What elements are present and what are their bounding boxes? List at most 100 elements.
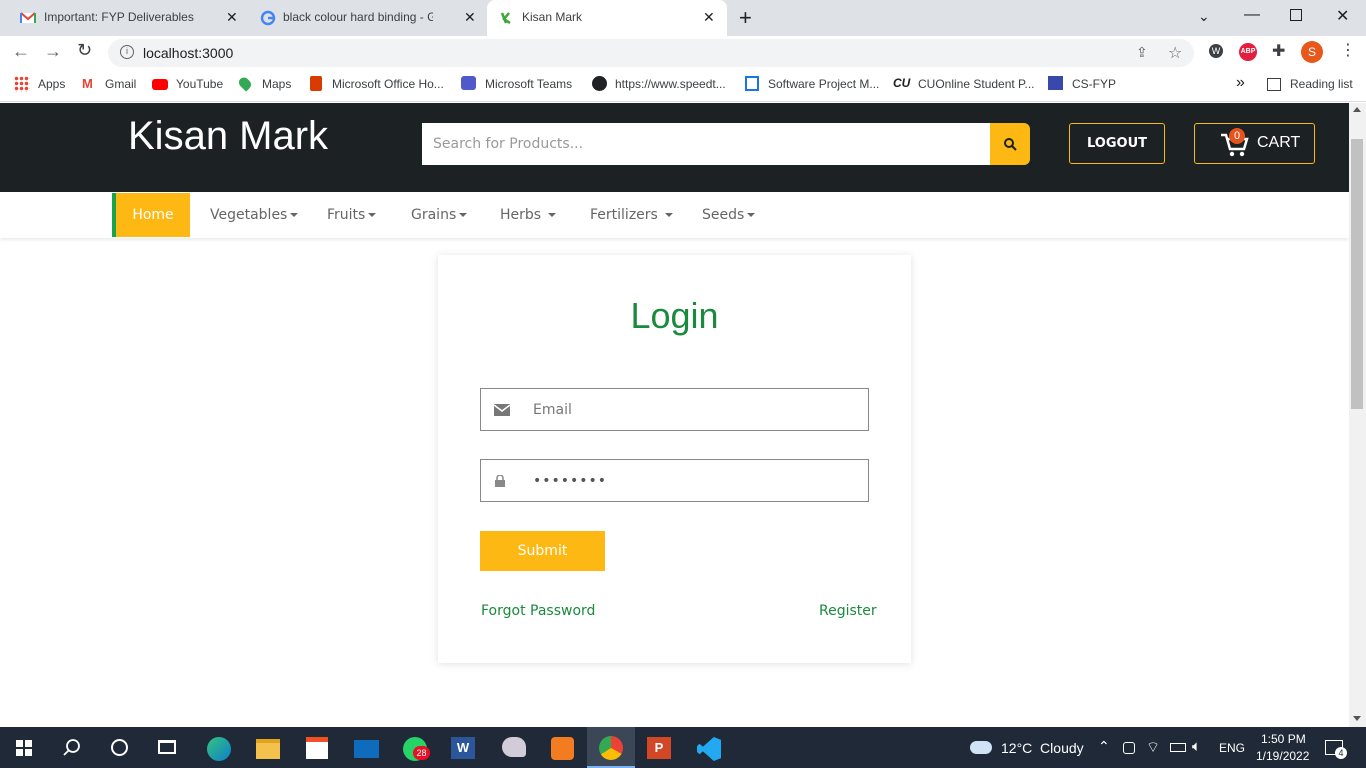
language-indicator[interactable]: ENG: [1219, 741, 1245, 755]
bookmark-gmail[interactable]: Gmail: [105, 77, 136, 91]
nav-home[interactable]: Home: [112, 193, 190, 237]
google-icon: [260, 10, 276, 26]
task-view-icon[interactable]: [158, 740, 176, 754]
mail-icon[interactable]: [354, 740, 379, 758]
bookmark-star-icon[interactable]: ☆: [1168, 43, 1182, 63]
powerpoint-icon[interactable]: P: [647, 737, 671, 759]
search-button[interactable]: [990, 123, 1030, 165]
cortana-icon[interactable]: [111, 739, 128, 756]
xampp-icon[interactable]: [551, 737, 574, 760]
tab-gmail[interactable]: Important: FYP Deliverables Subm ✕: [0, 0, 248, 36]
browser-menu-icon[interactable]: ⋮: [1340, 40, 1356, 60]
scroll-down-icon[interactable]: [1353, 716, 1361, 721]
new-tab-icon[interactable]: +: [739, 5, 752, 31]
nav-vegetables[interactable]: Vegetables: [210, 207, 299, 223]
reading-list[interactable]: Reading list: [1290, 77, 1353, 91]
bookmark-cs-fyp[interactable]: CS-FYP: [1072, 77, 1116, 91]
reading-list-icon: [1267, 78, 1281, 91]
forgot-password-link[interactable]: Forgot Password: [481, 603, 595, 619]
paint-icon[interactable]: [502, 737, 526, 757]
word-icon[interactable]: W: [451, 737, 475, 759]
address-bar[interactable]: i localhost:3000 ⇪ ☆: [108, 39, 1194, 67]
wifi-icon[interactable]: ⌔: [1146, 738, 1160, 757]
forward-icon[interactable]: →: [44, 41, 62, 62]
password-input[interactable]: [533, 460, 853, 501]
more-bookmarks-icon[interactable]: »: [1236, 74, 1245, 92]
logout-button[interactable]: LOGOUT: [1069, 123, 1165, 164]
bookmark-office[interactable]: Microsoft Office Ho...: [332, 77, 444, 91]
close-tab-icon[interactable]: ✕: [703, 9, 715, 26]
tab-google-search[interactable]: black colour hard binding - Goog ✕: [248, 0, 486, 36]
site-info-icon[interactable]: i: [120, 45, 134, 59]
weather-text[interactable]: 12°C Cloudy: [1001, 740, 1084, 756]
nav-label: Herbs: [500, 207, 542, 223]
weather-cloud-icon[interactable]: [970, 741, 992, 754]
bookmark-cuonline[interactable]: CUOnline Student P...: [918, 77, 1035, 91]
volume-icon[interactable]: 🔈︎: [1192, 738, 1201, 755]
bookmark-youtube[interactable]: YouTube: [176, 77, 223, 91]
extensions-puzzle-icon[interactable]: ✚: [1272, 41, 1285, 61]
bookmark-apps[interactable]: Apps: [38, 77, 65, 91]
email-input[interactable]: [533, 389, 853, 430]
scrollbar-thumb[interactable]: [1351, 139, 1363, 409]
caret-down-icon: [747, 213, 756, 217]
nav-fertilizers[interactable]: Fertilizers: [590, 207, 673, 223]
close-tab-icon[interactable]: ✕: [226, 9, 238, 26]
caret-down-icon: [664, 213, 673, 217]
close-tab-icon[interactable]: ✕: [464, 9, 476, 26]
tab-search-chevron-icon[interactable]: ⌄: [1198, 8, 1210, 25]
gmail-icon: M: [82, 76, 93, 91]
close-window-icon[interactable]: ✕: [1336, 6, 1349, 26]
nav-fruits[interactable]: Fruits: [327, 207, 377, 223]
file-explorer-icon[interactable]: [256, 739, 280, 759]
bookmark-teams[interactable]: Microsoft Teams: [485, 77, 572, 91]
nav-seeds[interactable]: Seeds: [702, 207, 756, 223]
gmail-icon: [20, 12, 36, 23]
submit-button[interactable]: Submit: [480, 531, 605, 571]
share-icon[interactable]: ⇪: [1136, 44, 1148, 61]
profile-avatar[interactable]: S: [1301, 41, 1323, 63]
password-field[interactable]: [480, 459, 869, 502]
show-hidden-icons-icon[interactable]: ⌃: [1098, 738, 1110, 755]
clock-time[interactable]: 1:50 PM: [1261, 732, 1306, 746]
vscode-icon[interactable]: [697, 737, 721, 761]
bookmark-speedtest[interactable]: https://www.speedt...: [615, 77, 726, 91]
bookmark-maps[interactable]: Maps: [262, 77, 291, 91]
nav-herbs[interactable]: Herbs: [500, 207, 557, 223]
adblock-plus-icon[interactable]: ABP: [1239, 43, 1257, 61]
search-input[interactable]: [422, 123, 990, 165]
vertical-scrollbar[interactable]: [1349, 103, 1366, 727]
email-field[interactable]: [480, 388, 869, 431]
tab-title: Kisan Mark: [522, 10, 583, 24]
search-icon[interactable]: [62, 738, 82, 758]
cart-label: CART: [1257, 134, 1301, 151]
chrome-taskbar-active[interactable]: [587, 727, 635, 768]
minimize-icon[interactable]: —: [1244, 6, 1260, 24]
nav-label: Fertilizers: [590, 207, 658, 223]
site-logo[interactable]: Kisan Mark: [128, 114, 328, 159]
back-icon[interactable]: ←: [12, 41, 30, 62]
edge-icon[interactable]: [207, 737, 231, 761]
wordpress-extension-icon[interactable]: W: [1209, 44, 1223, 58]
bookmark-software-project[interactable]: Software Project M...: [768, 77, 879, 91]
whatsapp-badge: 28: [413, 746, 430, 760]
clock-date[interactable]: 1/19/2022: [1256, 749, 1309, 763]
microsoft-store-icon[interactable]: [306, 737, 328, 759]
globe-icon: [592, 76, 607, 91]
apps-grid-icon[interactable]: [14, 76, 30, 92]
caret-down-icon: [459, 213, 468, 217]
register-link[interactable]: Register: [819, 603, 877, 619]
cart-button[interactable]: 0 CART: [1194, 123, 1315, 164]
reload-icon[interactable]: ↻: [77, 40, 92, 61]
windows-start-icon[interactable]: [16, 740, 32, 756]
youtube-icon: [152, 79, 168, 90]
bookmarks-bar: Apps M Gmail YouTube Maps Microsoft Offi…: [0, 68, 1366, 102]
camera-icon[interactable]: [1123, 742, 1135, 754]
cuonline-icon: CU: [893, 76, 911, 90]
restore-icon[interactable]: [1290, 9, 1302, 21]
tab-kisan-mark[interactable]: Kisan Mark ✕: [487, 0, 727, 36]
scroll-up-icon[interactable]: [1353, 107, 1361, 112]
nav-grains[interactable]: Grains: [411, 207, 468, 223]
battery-icon[interactable]: [1170, 743, 1186, 752]
site-header: Kisan Mark LOGOUT 0 CART: [0, 103, 1349, 192]
